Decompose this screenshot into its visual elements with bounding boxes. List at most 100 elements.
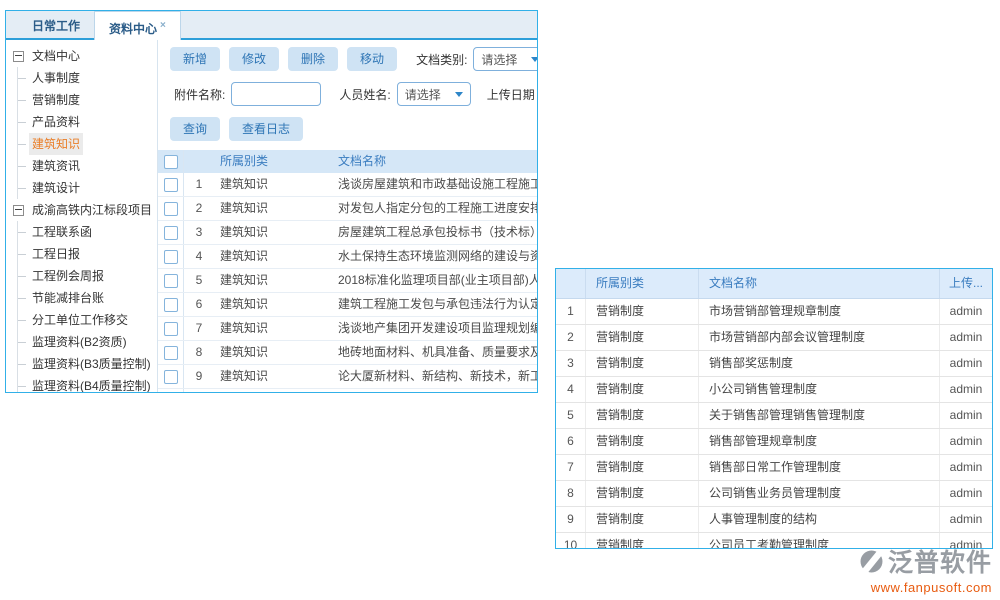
marketing-docs-table-panel: 所属别类 文档名称 上传... 1 营销制度 市场营销部管理规章制度 admin… <box>555 268 993 549</box>
tree-item[interactable]: 分工单位工作移交 <box>6 309 157 331</box>
row-checkbox[interactable] <box>164 178 178 192</box>
table-row[interactable]: 2 建筑知识 对发包人指定分包的工程施工进度安排... <box>158 197 537 221</box>
row-index: 5 <box>184 269 214 292</box>
table-row[interactable]: 1 营销制度 市场营销部管理规章制度 admin <box>556 299 992 325</box>
tree-item[interactable]: 工程日报 <box>6 243 157 265</box>
attachment-name-label: 附件名称: <box>174 86 225 103</box>
close-icon[interactable]: × <box>160 20 166 31</box>
select-all-checkbox[interactable] <box>164 155 178 169</box>
tree-item[interactable]: 监理资料(B4质量控制) <box>6 375 157 392</box>
row-checkbox[interactable] <box>164 226 178 240</box>
row-checkbox[interactable] <box>164 322 178 336</box>
document-tree: 文档中心 人事制度 营销制度 产品资料 <box>6 40 158 392</box>
doc-category-select[interactable]: 请选择 <box>473 47 537 71</box>
query-button[interactable]: 查询 <box>170 117 220 141</box>
screen: 日常工作 资料中心× 文档中心 人事制度 <box>0 0 1000 600</box>
modify-button[interactable]: 修改 <box>229 47 279 71</box>
row-index: 4 <box>556 377 586 402</box>
tree-item[interactable]: 工程联系函 <box>6 221 157 243</box>
row-checkbox[interactable] <box>164 346 178 360</box>
document-center-window: 日常工作 资料中心× 文档中心 人事制度 <box>5 10 538 393</box>
doc-name-column-header: 文档名称 <box>699 269 940 298</box>
document-table-header: 所属别类 文档名称 <box>158 150 537 173</box>
tree-item[interactable]: 产品资料 <box>6 111 157 133</box>
row-category: 建筑知识 <box>214 389 332 392</box>
table-row[interactable]: 3 营销制度 销售部奖惩制度 admin <box>556 351 992 377</box>
row-category: 营销制度 <box>586 351 699 376</box>
row-doc-name: 地砖地面材料、机具准备、质量要求及... <box>332 341 537 364</box>
table-row[interactable]: 8 营销制度 公司销售业务员管理制度 admin <box>556 481 992 507</box>
table-row[interactable]: 7 建筑知识 浅谈地产集团开发建设项目监理规划编... <box>158 317 537 341</box>
row-category: 营销制度 <box>586 455 699 480</box>
row-index: 3 <box>556 351 586 376</box>
tree-item-label: 建筑知识 <box>29 133 83 155</box>
row-uploader: admin <box>940 351 992 376</box>
tab-data-center[interactable]: 资料中心× <box>94 11 181 40</box>
row-index: 2 <box>184 197 214 220</box>
table-row[interactable]: 7 营销制度 销售部日常工作管理制度 admin <box>556 455 992 481</box>
row-category: 营销制度 <box>586 481 699 506</box>
marketing-table-body: 1 营销制度 市场营销部管理规章制度 admin 2 营销制度 市场营销部内部会… <box>556 299 992 549</box>
table-row[interactable]: 6 营销制度 销售部管理规章制度 admin <box>556 429 992 455</box>
tree-item-label: 产品资料 <box>29 111 83 133</box>
table-row[interactable]: 8 建筑知识 地砖地面材料、机具准备、质量要求及... <box>158 341 537 365</box>
tree-item[interactable]: 监理资料(B3质量控制) <box>6 353 157 375</box>
row-checkbox[interactable] <box>164 298 178 312</box>
tree-item-label: 节能减排台账 <box>29 287 107 309</box>
row-checkbox[interactable] <box>164 370 178 384</box>
table-row[interactable]: 4 建筑知识 水土保持生态环境监测网络的建设与资... <box>158 245 537 269</box>
tree-item[interactable]: 建筑资讯 <box>6 155 157 177</box>
row-index: 8 <box>184 341 214 364</box>
tree-item[interactable]: 工程例会周报 <box>6 265 157 287</box>
row-uploader: admin <box>940 325 992 350</box>
tree-item[interactable]: 节能减排台账 <box>6 287 157 309</box>
collapse-icon[interactable] <box>13 205 24 216</box>
table-row[interactable]: 3 建筑知识 房屋建筑工程总承包投标书（技术标）... <box>158 221 537 245</box>
row-index: 8 <box>556 481 586 506</box>
row-doc-name: 浅谈房屋建筑和市政基础设施工程施工... <box>332 173 537 196</box>
tree-item[interactable]: 人事制度 <box>6 67 157 89</box>
row-checkbox[interactable] <box>164 202 178 216</box>
row-index: 3 <box>184 221 214 244</box>
filter-row: 附件名称: 人员姓名: 请选择 上传日期 <box>174 82 537 106</box>
index-column-header <box>556 269 586 298</box>
view-log-button[interactable]: 查看日志 <box>229 117 303 141</box>
row-checkbox[interactable] <box>164 274 178 288</box>
tree-item[interactable]: 建筑设计 <box>6 177 157 199</box>
row-category: 建筑知识 <box>214 341 332 364</box>
attachment-name-input[interactable] <box>231 82 321 106</box>
collapse-icon[interactable] <box>13 51 24 62</box>
row-checkbox[interactable] <box>164 250 178 264</box>
row-uploader: admin <box>940 403 992 428</box>
move-button[interactable]: 移动 <box>347 47 397 71</box>
row-category: 营销制度 <box>586 403 699 428</box>
row-uploader: admin <box>940 299 992 324</box>
fanpu-logo: 泛普软件 www.fanpusoft.com <box>858 543 992 595</box>
row-doc-name: 2018标准化监理项目部(业主项目部)人员... <box>332 269 537 292</box>
table-row[interactable]: 4 营销制度 小公司销售管理制度 admin <box>556 377 992 403</box>
action-row: 查询 查看日志 <box>170 117 537 141</box>
table-row[interactable]: 9 建筑知识 论大厦新材料、新结构、新技术，新工... <box>158 365 537 389</box>
tree-item[interactable]: 建筑知识 <box>6 133 157 155</box>
table-row[interactable]: 10 建筑知识 大厦地下室加气砼墙砌筑工程的施工方... <box>158 389 537 392</box>
table-row[interactable]: 6 建筑知识 建筑工程施工发包与承包违法行为认定... <box>158 293 537 317</box>
table-row[interactable]: 5 建筑知识 2018标准化监理项目部(业主项目部)人员... <box>158 269 537 293</box>
tab-daily-work[interactable]: 日常工作 <box>18 14 94 38</box>
add-button[interactable]: 新增 <box>170 47 220 71</box>
table-row[interactable]: 5 营销制度 关于销售部管理销售管理制度 admin <box>556 403 992 429</box>
upload-date-label: 上传日期 <box>487 86 535 103</box>
tree-item[interactable]: 成渝高铁内江标段项目 <box>6 199 157 221</box>
tree-item[interactable]: 文档中心 <box>6 45 157 67</box>
row-index: 7 <box>556 455 586 480</box>
row-category: 营销制度 <box>586 325 699 350</box>
person-name-select[interactable]: 请选择 <box>397 82 471 106</box>
tree-item[interactable]: 营销制度 <box>6 89 157 111</box>
tree-item[interactable]: 监理资料(B2资质) <box>6 331 157 353</box>
table-row[interactable]: 2 营销制度 市场营销部内部会议管理制度 admin <box>556 325 992 351</box>
row-index: 9 <box>184 365 214 388</box>
row-index: 6 <box>184 293 214 316</box>
delete-button[interactable]: 删除 <box>288 47 338 71</box>
table-row[interactable]: 1 建筑知识 浅谈房屋建筑和市政基础设施工程施工... <box>158 173 537 197</box>
table-row[interactable]: 9 营销制度 人事管理制度的结构 admin <box>556 507 992 533</box>
marketing-table-header: 所属别类 文档名称 上传... <box>556 269 992 299</box>
